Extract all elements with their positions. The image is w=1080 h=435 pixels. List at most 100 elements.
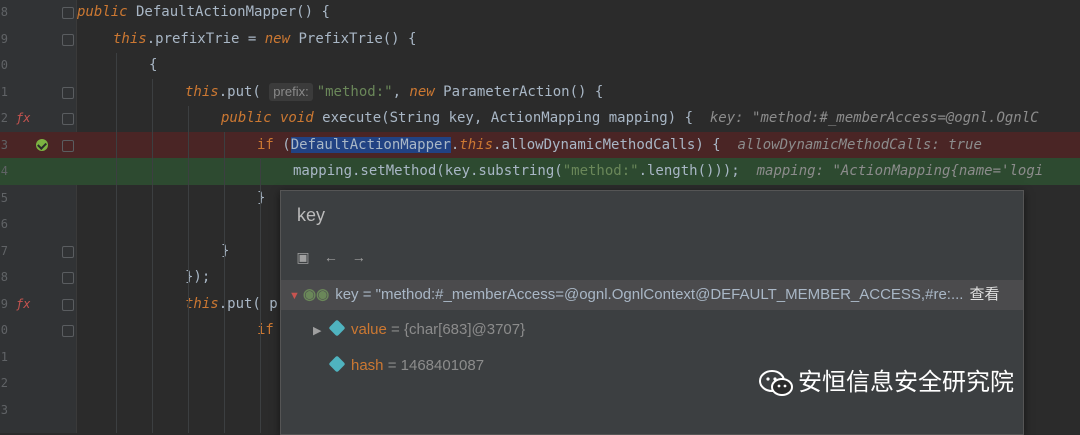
inline-debug-value: mapping: "ActionMapping{name='logi <box>756 163 1044 179</box>
code-token: this <box>185 295 219 312</box>
fold-marker-icon[interactable] <box>62 272 74 284</box>
indent-guide <box>188 105 189 433</box>
code-token: ( <box>273 136 291 153</box>
code-line[interactable]: 2 ƒx public void execute(String key, Actio… <box>0 105 1080 132</box>
lambda-override-icon[interactable]: ƒx <box>16 105 30 132</box>
code-token: .allowDynamicMethodCalls) { <box>493 136 738 153</box>
line-number: 1 <box>0 84 8 99</box>
popup-toolbar: ▣ ← → <box>291 249 371 267</box>
line-number: 0 <box>0 58 8 72</box>
expand-triangle-icon[interactable]: ▶ <box>313 316 327 346</box>
fold-marker-icon[interactable] <box>62 86 74 99</box>
popup-title: key <box>297 205 326 225</box>
code-token: this <box>459 136 494 153</box>
code-token: { <box>149 57 158 73</box>
line-number: 1 <box>0 349 8 364</box>
line-number: 5 <box>0 190 8 205</box>
code-text: public DefaultActionMapper() { <box>77 0 330 26</box>
watermark: 安恒信息安全研究院 <box>758 362 1014 399</box>
code-token: .put( <box>218 83 270 100</box>
view-link[interactable]: 查看 <box>969 286 999 303</box>
code-token: } <box>257 189 266 206</box>
code-token: .prefixTrie = <box>146 30 265 47</box>
row-name: key <box>335 286 359 303</box>
code-text: mapping.setMethod(key.substring("method:… <box>293 158 1043 185</box>
code-token: public <box>77 4 128 20</box>
code-token: } <box>221 242 230 259</box>
fold-marker-icon[interactable] <box>62 33 74 46</box>
code-token: this <box>113 30 147 47</box>
code-text: } <box>257 185 265 212</box>
line-number: 8 <box>0 270 8 284</box>
code-token: "method:" <box>316 83 393 100</box>
field-tag-icon <box>328 319 346 337</box>
fold-marker-icon[interactable] <box>62 298 74 311</box>
breakpoint-check-icon[interactable] <box>36 138 48 151</box>
code-text: public void execute(String key, ActionMa… <box>221 105 1039 132</box>
indent-guide <box>116 52 117 433</box>
watch-glasses-icon: ◉◉ <box>303 286 330 303</box>
line-number: 8 <box>0 5 8 19</box>
row-name: hash <box>351 357 384 374</box>
wechat-logo-icon <box>759 369 793 396</box>
code-token: .length())); <box>638 163 757 179</box>
code-text: this.prefixTrie = new PrefixTrie() { <box>113 26 416 53</box>
code-text: this.put( p <box>185 291 278 318</box>
tree-row-value[interactable]: ▶ value = {char[683]@3707} <box>281 315 1023 345</box>
code-line[interactable]: 8 public DefaultActionMapper() { <box>0 0 1080 26</box>
inline-debug-value: allowDynamicMethodCalls: true <box>737 136 982 153</box>
line-number: 4 <box>0 164 8 178</box>
line-number: 0 <box>0 323 8 337</box>
code-token: mapping.setMethod(key.substring( <box>293 163 563 179</box>
inline-debug-value: key: "method:#_memberAccess=@ognl.OgnlC <box>709 110 1039 126</box>
fold-marker-icon[interactable] <box>62 325 74 337</box>
line-number: 9 <box>0 31 8 46</box>
indent-guide <box>152 79 153 433</box>
fold-marker-icon[interactable] <box>62 7 74 19</box>
row-value: 1468401087 <box>400 357 485 374</box>
code-token: .put( p <box>218 295 278 312</box>
param-hint: prefix: <box>269 82 313 101</box>
code-token: PrefixTrie() { <box>290 30 417 47</box>
line-number: 7 <box>0 243 8 258</box>
forward-arrow-icon[interactable]: → <box>347 249 371 265</box>
line-number: 2 <box>0 376 8 390</box>
folder-icon[interactable]: ▣ <box>291 249 315 266</box>
code-token: , <box>392 83 410 100</box>
collapse-triangle-icon[interactable]: ▼ <box>289 281 303 311</box>
code-token: DefaultActionMapper() { <box>127 4 330 20</box>
indent-guide <box>224 132 225 433</box>
fold-marker-icon[interactable] <box>62 245 74 258</box>
tree-row-key[interactable]: ▼ ◉◉ key = "method:#_memberAccess=@ognl.Og… <box>281 280 1023 310</box>
code-text: { <box>149 52 157 79</box>
fold-marker-icon[interactable] <box>62 139 74 152</box>
code-line[interactable]: 1 this.put( prefix: "method:", new Paramet… <box>0 79 1080 106</box>
lambda-override-icon[interactable]: ƒx <box>16 291 30 318</box>
code-token: if <box>257 136 274 153</box>
code-token: new <box>264 30 291 47</box>
row-name: value <box>351 321 387 338</box>
code-text: this.put( prefix: "method:", new Paramete… <box>185 79 603 106</box>
indent-guide <box>260 158 261 433</box>
line-number: 3 <box>0 402 8 417</box>
line-number: 9 <box>0 296 8 311</box>
row-value: {char[683]@3707} <box>403 321 526 338</box>
line-number: 3 <box>0 137 8 152</box>
line-number: 6 <box>0 217 8 231</box>
row-value: "method:#_memberAccess=@ognl.OgnlContext… <box>375 286 964 303</box>
back-arrow-icon[interactable]: ← <box>319 249 343 265</box>
code-token: DefaultActionMapper <box>290 136 451 153</box>
code-line[interactable]: 4 mapping.setMethod(key.substring("method… <box>0 158 1080 185</box>
code-line[interactable]: 0{ <box>0 52 1080 79</box>
code-token: "method:" <box>562 163 639 179</box>
watermark-text: 安恒信息安全研究院 <box>798 369 1014 396</box>
fold-marker-icon[interactable] <box>62 113 74 125</box>
code-token: ParameterAction() { <box>434 83 604 100</box>
code-line[interactable]: 3 if (DefaultActionMapper.this.allowDynam… <box>0 131 1080 159</box>
code-token: new <box>409 83 435 100</box>
code-token: execute(String key, ActionMapping mappin… <box>313 110 710 126</box>
code-text: if (DefaultActionMapper.this.allowDynami… <box>257 132 982 159</box>
code-line[interactable]: 9 this.prefixTrie = new PrefixTrie() { <box>0 26 1080 53</box>
code-text: } <box>221 238 229 265</box>
code-token: this <box>185 83 219 100</box>
